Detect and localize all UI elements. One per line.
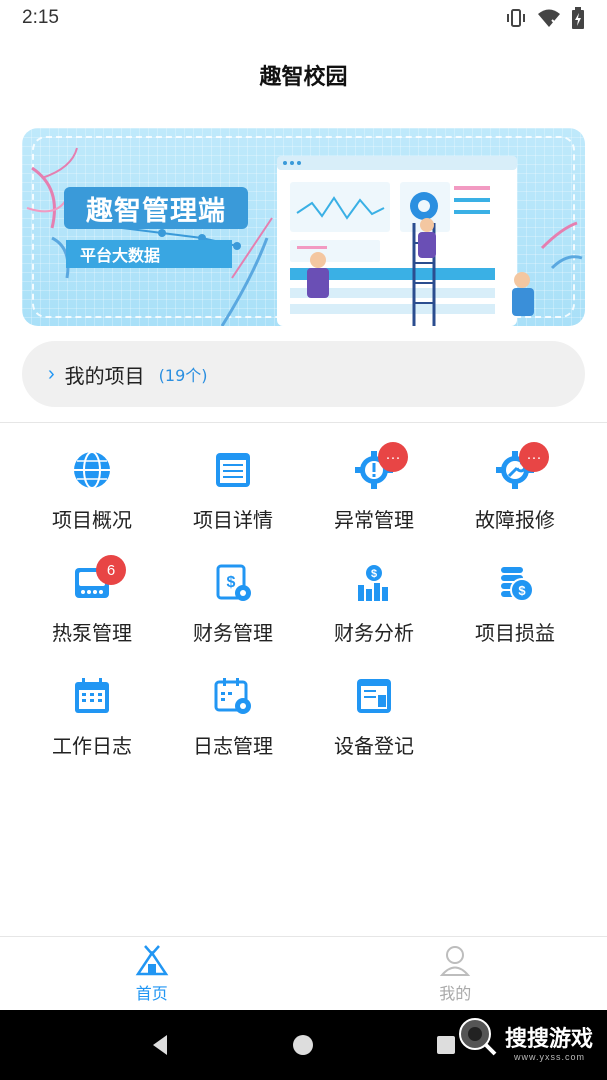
watermark-text: 搜搜游戏 [504,1027,593,1052]
person-icon [440,945,471,976]
notification-badge: 6 [96,555,126,585]
tent-home-icon [135,944,169,975]
recents-icon[interactable] [434,1033,458,1057]
svg-text:$: $ [371,568,377,580]
grid-item-heat-pump-management[interactable]: 6 热泵管理 [22,553,162,653]
chevron-right-icon: › [48,362,55,385]
my-projects-label: 我的项目 [64,363,145,388]
vibrate-icon [507,9,525,27]
grid-item-project-overview[interactable]: 项目概况 [22,440,162,540]
grid-item-label: 项目损益 [475,621,555,645]
page-title: 趣智校园 [259,65,348,90]
grid-item-work-log[interactable]: 工作日志 [22,666,162,766]
grid-item-label: 财务管理 [193,621,273,645]
battery-charging-icon [572,7,584,29]
tab-mine[interactable]: 我的 [304,937,607,1010]
grid-item-label: 项目详情 [193,508,273,532]
grid-item-label: 项目概况 [52,508,132,532]
document-list-icon [213,450,253,490]
grid-item-log-management[interactable]: 日志管理 [163,666,303,766]
tab-mine-label: 我的 [439,983,472,1003]
grid-item-label: 故障报修 [475,508,555,532]
heat-pump-icon: 6 [72,555,126,603]
device-register-icon [354,676,394,716]
watermark-logo-icon [458,1018,497,1056]
finance-doc-icon: $ [213,563,253,603]
status-bar: 2:15 [0,0,607,36]
gear-alert-icon: ··· [354,442,408,490]
svg-text:$: $ [518,583,526,598]
grid-item-label: 工作日志 [52,734,132,758]
grid-item-label: 日志管理 [193,734,273,758]
wifi-off-icon [538,9,560,27]
my-projects-count: (19个) [158,366,208,385]
notification-badge: ··· [378,442,408,472]
calendar-icon [72,676,112,716]
globe-icon [72,450,112,490]
grid-item-label: 财务分析 [334,621,414,645]
finance-chart-icon: $ [354,563,394,603]
watermark-url: www.yxss.com [513,1052,585,1062]
status-time: 2:15 [22,7,59,28]
section-divider [0,422,607,423]
status-icons [505,7,585,29]
my-projects-bar[interactable]: › 我的项目 (19个) [22,341,585,407]
svg-text:$: $ [227,574,236,591]
coins-icon: $ [495,563,535,603]
grid-item-device-registration[interactable]: 设备登记 [304,666,444,766]
grid-item-label: 热泵管理 [52,621,132,645]
grid-item-label: 异常管理 [334,508,414,532]
grid-item-project-details[interactable]: 项目详情 [163,440,303,540]
grid-item-project-profit-loss[interactable]: $ 项目损益 [445,553,585,653]
app-header: 趣智校园 [0,52,607,98]
home-circle-icon[interactable] [291,1033,315,1057]
grid-item-label: 设备登记 [334,734,414,758]
banner-subtitle: 平台大数据 [66,240,232,268]
grid-item-finance-management[interactable]: $ 财务管理 [163,553,303,653]
grid-item-fault-repair[interactable]: ··· 故障报修 [445,440,585,540]
notification-badge: ··· [519,442,549,472]
grid-item-exception-management[interactable]: ··· 异常管理 [304,440,444,540]
tab-home[interactable]: 首页 [0,937,304,1010]
wrench-gear-icon: ··· [495,442,549,490]
banner-title: 趣智管理端 [64,187,248,229]
tab-home-label: 首页 [135,983,168,1003]
back-icon[interactable] [149,1033,173,1057]
bottom-tab-bar: 首页 我的 [0,936,607,1010]
calendar-gear-icon [213,676,253,716]
grid-item-finance-analysis[interactable]: $ 财务分析 [304,553,444,653]
